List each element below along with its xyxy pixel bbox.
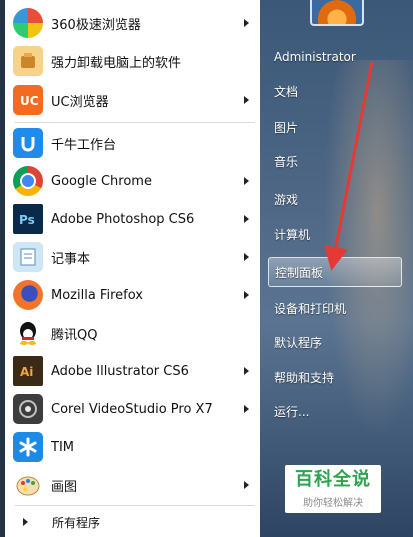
watermark-subtitle: 助你轻松解决: [303, 497, 363, 509]
start-menu: 360极速浏览器 强力卸载电脑上的软件 UC UC浏览器 千牛工作台 Googl…: [0, 0, 413, 537]
annotation-arrow-icon: [324, 61, 374, 271]
watermark-logo: 百科全说 助你轻松解决: [285, 465, 381, 513]
watermark-title: 百科全说: [295, 468, 371, 490]
